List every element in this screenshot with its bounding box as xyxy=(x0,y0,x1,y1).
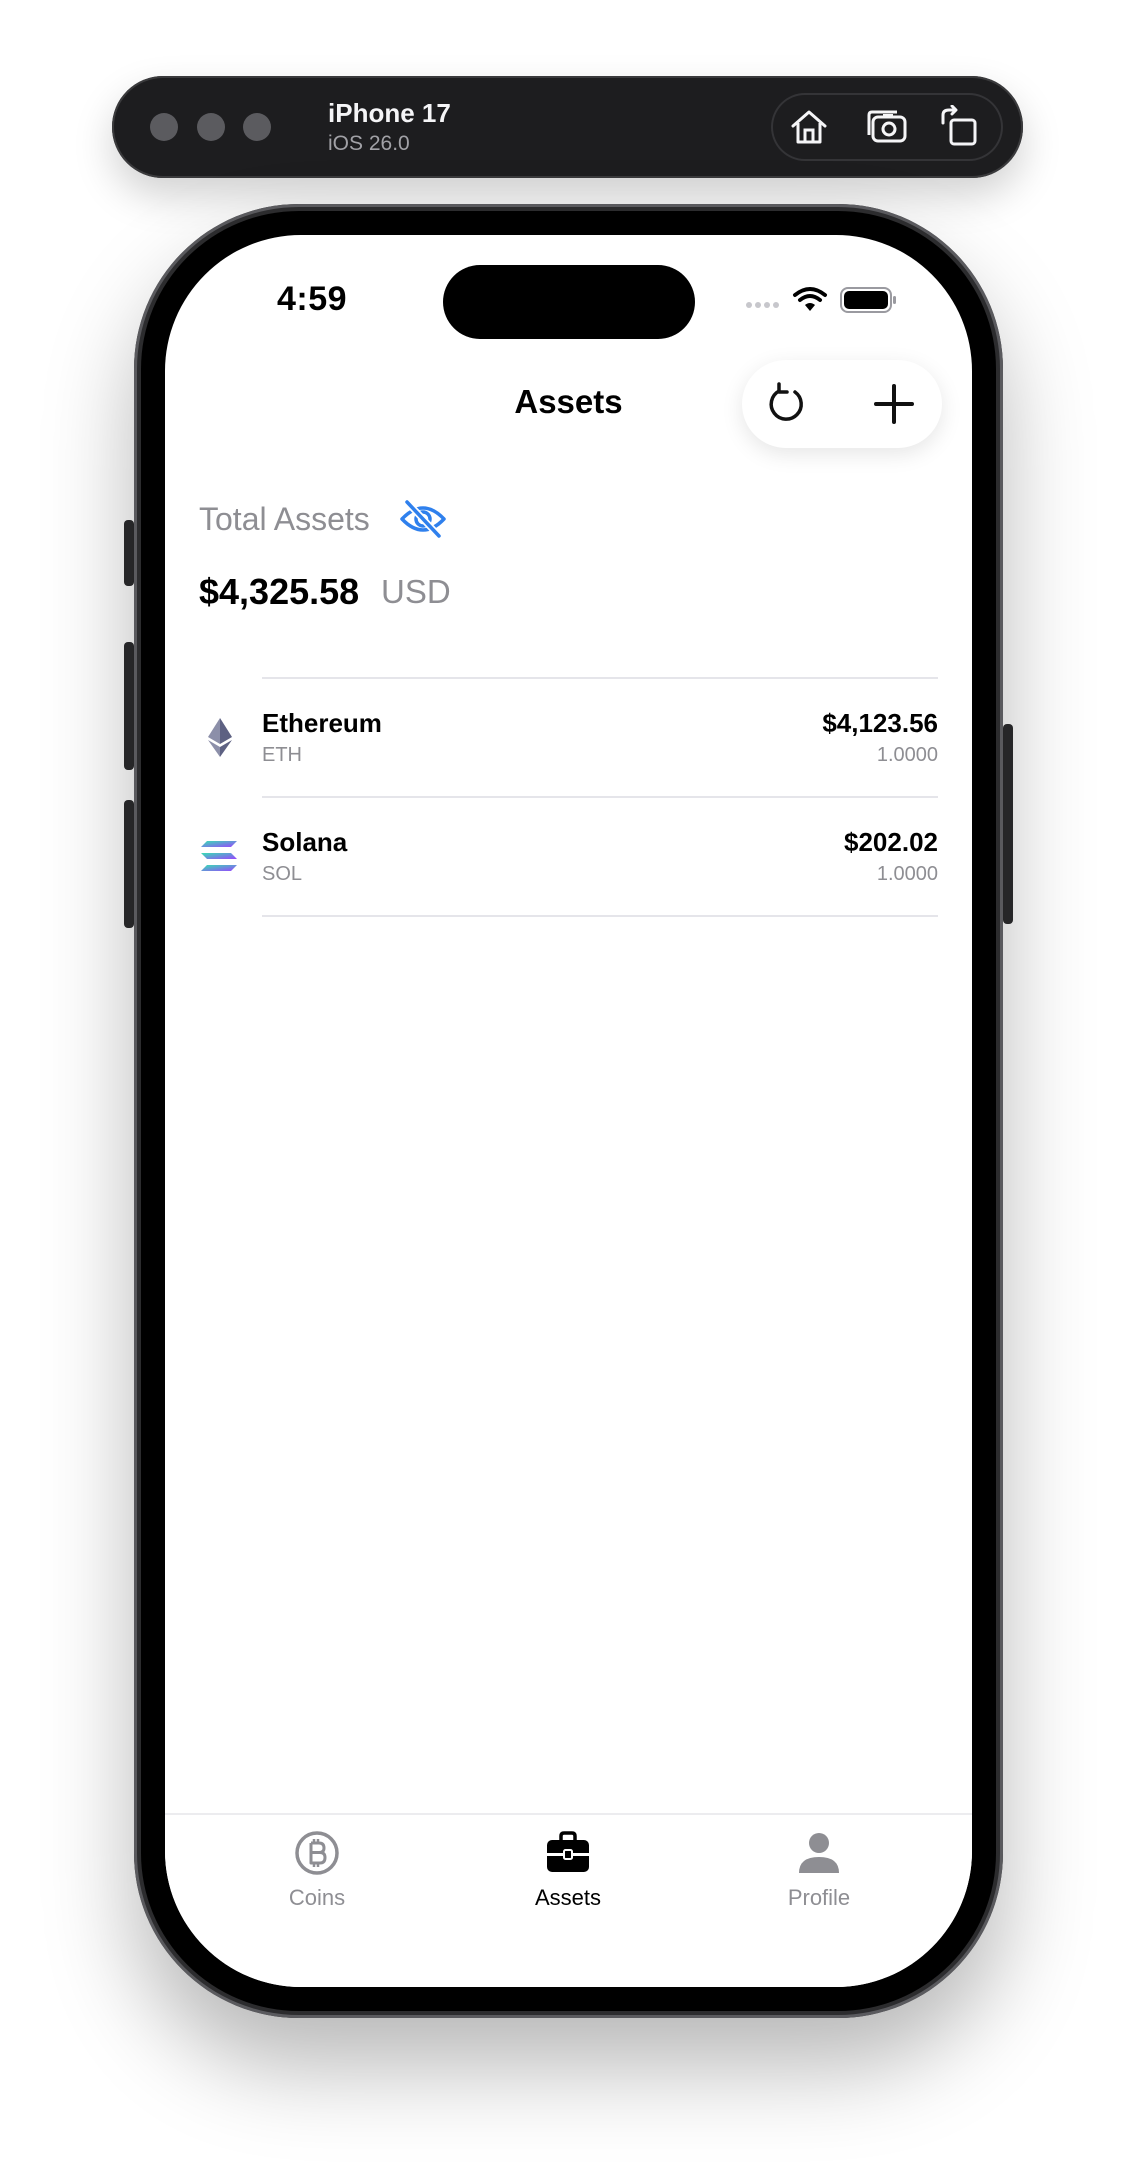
asset-quantity: 1.0000 xyxy=(876,863,938,885)
device-name: iPhone 17 xyxy=(328,98,451,128)
person-icon xyxy=(799,1833,839,1873)
volume-up-button xyxy=(124,642,134,770)
asset-row-ethereum[interactable]: Ethereum ETH $4,123.56 1.0000 xyxy=(165,678,972,796)
battery-icon xyxy=(840,287,896,313)
device-screen: 4:59 Assets Total Assets $4,325.58 USD E… xyxy=(165,235,972,1987)
home-icon[interactable] xyxy=(787,105,831,149)
tab-label: Coins xyxy=(288,1885,346,1910)
tab-label: Assets xyxy=(534,1885,602,1910)
tab-profile[interactable]: Profile xyxy=(739,1829,899,1929)
screenshot-icon[interactable] xyxy=(865,105,909,149)
close-window-button[interactable] xyxy=(150,113,178,141)
volume-down-button xyxy=(124,800,134,928)
total-currency: USD xyxy=(381,573,451,610)
tab-bar: Coins Assets Profile xyxy=(165,1813,972,1987)
asset-symbol: SOL xyxy=(262,863,303,885)
total-assets-label: Total Assets xyxy=(199,501,370,537)
asset-row-solana[interactable]: Solana SOL $202.02 1.0000 xyxy=(165,797,972,915)
zoom-window-button[interactable] xyxy=(243,113,271,141)
tab-label: Profile xyxy=(787,1885,851,1910)
tab-coins[interactable]: Coins xyxy=(237,1829,397,1929)
rotate-icon[interactable] xyxy=(937,105,981,149)
asset-name: Solana xyxy=(262,827,348,857)
wifi-icon xyxy=(793,287,827,311)
os-version: iOS 26.0 xyxy=(328,132,410,155)
list-divider xyxy=(262,915,938,917)
simulator-toolbar: iPhone 17 iOS 26.0 xyxy=(112,76,1023,178)
total-amount: $4,325.58 xyxy=(199,571,360,612)
minimize-window-button[interactable] xyxy=(197,113,225,141)
tab-assets[interactable]: Assets xyxy=(488,1829,648,1929)
asset-value: $202.02 xyxy=(844,827,938,857)
action-button xyxy=(124,520,134,586)
bitcoin-coin-icon xyxy=(295,1831,339,1875)
simulator-window: iPhone 17 iOS 26.0 4:59 Assets Total Ass… xyxy=(0,0,1136,2168)
eye-slash-icon[interactable] xyxy=(399,499,447,539)
refresh-icon[interactable] xyxy=(762,380,810,428)
status-icons xyxy=(746,287,896,313)
asset-name: Ethereum xyxy=(262,708,382,738)
briefcase-icon xyxy=(547,1831,589,1872)
plus-icon[interactable] xyxy=(870,380,918,428)
status-time: 4:59 xyxy=(277,280,348,318)
cellular-dots-icon xyxy=(746,302,779,308)
nav-actions xyxy=(742,360,942,448)
solana-icon xyxy=(201,841,237,871)
asset-symbol: ETH xyxy=(262,744,302,766)
asset-value: $4,123.56 xyxy=(822,708,938,738)
simulator-controls xyxy=(771,93,1003,161)
asset-quantity: 1.0000 xyxy=(876,744,938,766)
dynamic-island xyxy=(443,265,695,339)
power-button xyxy=(1003,724,1013,924)
ethereum-icon xyxy=(208,718,232,757)
